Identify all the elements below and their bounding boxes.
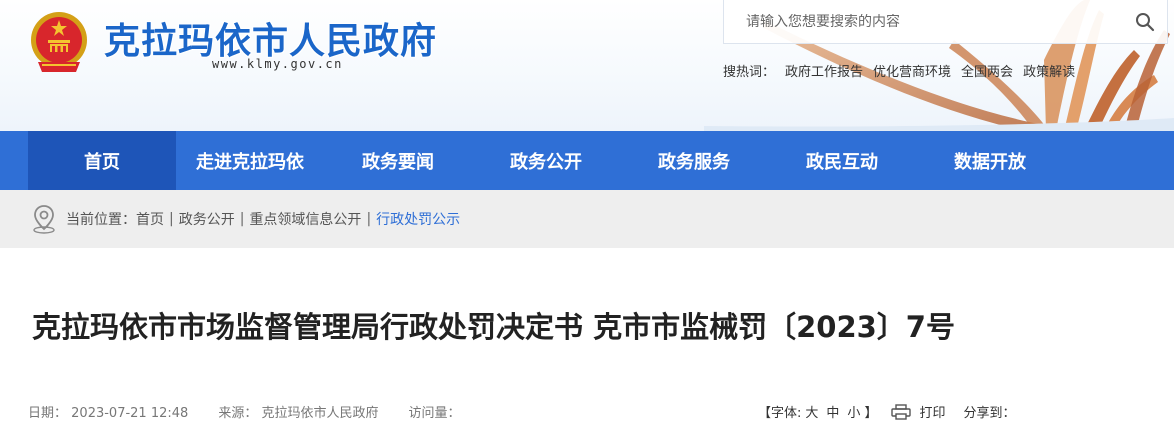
national-emblem-icon xyxy=(31,12,87,72)
search-bar xyxy=(723,0,1168,44)
print-button[interactable]: 打印 xyxy=(919,402,945,421)
hot-search-item[interactable]: 全国两会 xyxy=(961,61,1013,80)
search-button[interactable] xyxy=(1123,0,1167,44)
breadcrumb-disclosure[interactable]: 政务公开 xyxy=(179,209,235,229)
hot-search-label: 搜热词： xyxy=(723,65,776,80)
printer-icon[interactable] xyxy=(891,403,912,420)
article-meta: 日期： 2023-07-21 12:48 来源： 克拉玛依市人民政府 访问量： … xyxy=(28,402,1168,421)
main-nav: 首页 走进克拉玛依 政务要闻 政务公开 政务服务 政民互动 数据开放 xyxy=(0,131,1174,190)
breadcrumb-key-areas[interactable]: 重点领域信息公开 xyxy=(249,209,361,229)
search-input[interactable] xyxy=(746,13,1123,30)
location-pin-icon xyxy=(33,205,55,234)
font-size-medium[interactable]: 中 xyxy=(826,402,839,421)
site-url: www.klmy.gov.cn xyxy=(212,57,343,71)
breadcrumb-current[interactable]: 行政处罚公示 xyxy=(376,209,460,229)
hot-search-item[interactable]: 优化营商环境 xyxy=(873,61,951,80)
font-size-label: 【字体: xyxy=(758,406,802,421)
site-header: 克拉玛依市人民政府 www.klmy.gov.cn 搜热词： 政府工作报告 优化… xyxy=(0,0,1174,131)
article-tools: 【字体: 大 中 小 】 打印 分享到： xyxy=(758,402,1015,421)
source-label: 来源： xyxy=(218,406,258,421)
nav-item-home[interactable]: 首页 xyxy=(28,131,176,190)
font-size-large[interactable]: 大 xyxy=(805,402,818,421)
nav-item-interaction[interactable]: 政民互动 xyxy=(768,131,916,190)
article-date: 日期： 2023-07-21 12:48 xyxy=(28,402,188,421)
date-value: 2023-07-21 12:48 xyxy=(71,406,189,421)
nav-item-disclosure[interactable]: 政务公开 xyxy=(472,131,620,190)
date-label: 日期： xyxy=(28,406,68,421)
breadcrumb-separator: | xyxy=(239,211,245,227)
article-source: 来源： 克拉玛依市人民政府 xyxy=(218,402,378,421)
breadcrumb: 当前位置： 首页 | 政务公开 | 重点领域信息公开 | 行政处罚公示 xyxy=(0,190,1174,248)
nav-item-open-data[interactable]: 数据开放 xyxy=(916,131,1064,190)
hot-search-item[interactable]: 政策解读 xyxy=(1023,61,1075,80)
nav-item-services[interactable]: 政务服务 xyxy=(620,131,768,190)
breadcrumb-home[interactable]: 首页 xyxy=(136,209,164,229)
article-title: 克拉玛依市市场监督管理局行政处罚决定书 克市市监械罚〔2023〕7号 xyxy=(32,310,955,344)
nav-item-about[interactable]: 走进克拉玛依 xyxy=(176,131,324,190)
article-views: 访问量： xyxy=(408,406,461,421)
breadcrumb-label: 当前位置： xyxy=(66,212,136,228)
nav-item-news[interactable]: 政务要闻 xyxy=(324,131,472,190)
font-size-small[interactable]: 小 xyxy=(847,402,860,421)
source-value: 克拉玛依市人民政府 xyxy=(261,406,379,421)
breadcrumb-separator: | xyxy=(169,211,174,227)
share-label: 分享到： xyxy=(963,406,1016,421)
search-icon xyxy=(1136,12,1155,31)
breadcrumb-separator: | xyxy=(366,211,372,227)
hot-search-item[interactable]: 政府工作报告 xyxy=(785,61,863,80)
hot-search: 搜热词： 政府工作报告 优化营商环境 全国两会 政策解读 xyxy=(723,61,1075,80)
font-size-close: 】 xyxy=(864,406,878,421)
